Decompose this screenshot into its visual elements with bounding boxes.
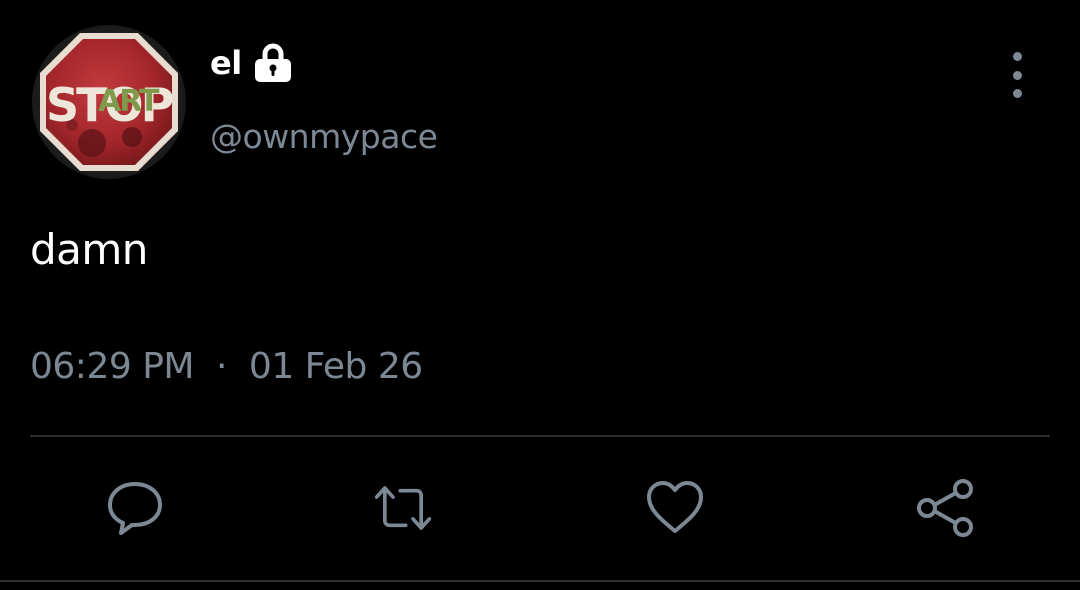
retweet-icon [374, 486, 432, 530]
ellipsis-dot [1012, 70, 1022, 80]
tweet-date: 01 Feb 26 [248, 346, 423, 387]
divider [30, 435, 1050, 437]
meta-separator: · [215, 346, 227, 387]
display-name[interactable]: el [210, 43, 242, 83]
user-handle[interactable]: @ownmypace [210, 115, 438, 159]
like-button[interactable] [645, 478, 705, 538]
avatar[interactable]: STOP ART [32, 25, 186, 179]
more-options-button[interactable] [996, 52, 1038, 98]
user-name-row: el [210, 42, 294, 84]
tweet-card: STOP ART el @ownmypace damn 06:29 PM · 0… [0, 0, 1080, 590]
lock-icon [252, 42, 294, 84]
retweet-button[interactable] [373, 478, 433, 538]
avatar-overlay-text: ART [98, 84, 160, 119]
tweet-text: damn [30, 225, 148, 274]
reply-button[interactable] [105, 478, 165, 538]
bottom-divider [0, 580, 1080, 582]
share-button[interactable] [915, 478, 975, 538]
avatar-image: STOP ART [40, 33, 178, 171]
tweet-timestamp: 06:29 PM · 01 Feb 26 [30, 342, 423, 392]
speech-bubble-icon [108, 482, 162, 535]
ellipsis-dot [1012, 89, 1022, 98]
share-icon [917, 479, 973, 537]
heart-icon [647, 481, 703, 533]
tweet-time: 06:29 PM [30, 346, 194, 387]
vertical-ellipsis-icon [1012, 52, 1022, 61]
